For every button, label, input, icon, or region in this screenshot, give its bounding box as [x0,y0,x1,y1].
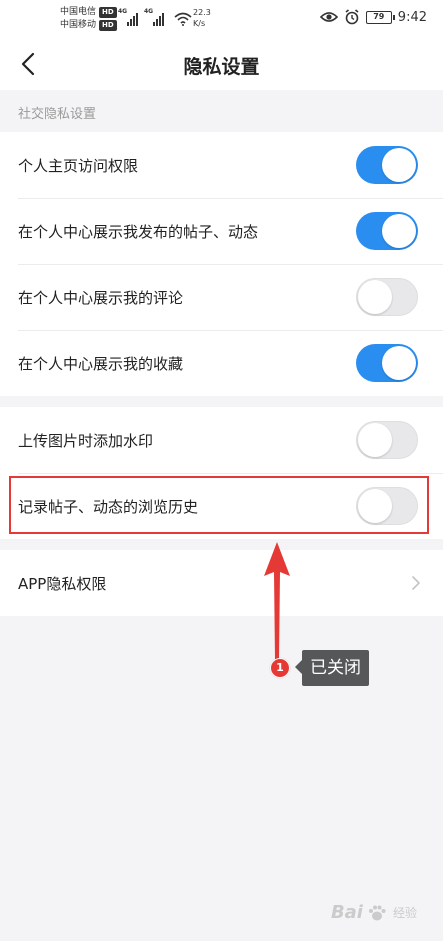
setting-row-show-favorites[interactable]: 在个人中心展示我的收藏 [0,330,443,396]
network-gen: 4G [144,8,154,15]
watermark-suffix: 经验 [392,906,417,920]
setting-row-profile-access[interactable]: 个人主页访问权限 [0,132,443,198]
app-privacy-label: APP隐私权限 [18,574,107,593]
setting-label: 在个人中心展示我发布的帖子、动态 [18,222,259,241]
toggle-switch-watermark[interactable] [356,421,418,459]
setting-label: 上传图片时添加水印 [18,431,154,450]
toggle-knob [382,346,416,380]
section-title-social: 社交隐私设置 [18,107,97,122]
net-speed: 22.3 K/s [193,7,211,29]
setting-row-show-posts[interactable]: 在个人中心展示我发布的帖子、动态 [0,198,443,264]
signal-group: 4G 4G [118,8,192,26]
annotation-callout: 1 已关闭 [270,650,369,686]
setting-row-show-comments[interactable]: 在个人中心展示我的评论 [0,264,443,330]
signal-icon: 4G [118,8,138,26]
highlight-box [9,476,429,534]
app-privacy-group: APP隐私权限 [0,550,443,616]
annotation-bubble: 已关闭 [295,650,369,686]
network-gen: 4G [118,8,128,15]
status-bar: 中国电信 HD 中国移动 HD 4G 4G 22.3 K/s 79 9:42 [0,0,443,38]
toggle-switch-show-comments[interactable] [356,278,418,316]
status-right: 79 9:42 [319,9,427,25]
signal-icon: 4G [144,8,164,26]
setting-label: 在个人中心展示我的收藏 [18,354,184,373]
page-title: 隐私设置 [183,56,260,78]
toggle-knob [382,148,416,182]
nav-header: 隐私设置 [0,38,443,90]
carrier-1: 中国电信 [60,7,97,17]
hd-badge: HD [99,7,117,18]
eye-icon [319,12,338,22]
arrow-up-icon [264,542,290,660]
annotation-text: 已关闭 [302,650,369,686]
toggle-knob [358,423,392,457]
chevron-right-icon [412,576,420,590]
setting-row-watermark[interactable]: 上传图片时添加水印 [0,407,443,473]
wifi-icon [174,12,192,26]
toggle-switch-show-favorites[interactable] [356,344,418,382]
watermark-text: Bai [330,902,363,923]
toggle-knob [358,280,392,314]
alarm-icon [345,9,359,25]
battery-icon: 79 [365,10,395,24]
clock: 9:42 [397,9,427,25]
carrier-info: 中国电信 HD 中国移动 HD [60,6,117,32]
setting-label: 个人主页访问权限 [18,156,139,175]
toggle-switch-show-posts[interactable] [356,212,418,250]
paw-icon [368,905,386,920]
net-speed-value: 22.3 [193,8,211,17]
baidu-watermark: Bai 经验 [331,902,417,923]
setting-label: 在个人中心展示我的评论 [18,288,184,307]
toggle-switch-profile-access[interactable] [356,146,418,184]
carrier-2: 中国移动 [60,20,97,30]
toggle-knob [382,214,416,248]
net-speed-unit: K/s [193,19,206,28]
annotation-number: 1 [270,658,290,678]
social-privacy-group: 个人主页访问权限 在个人中心展示我发布的帖子、动态 在个人中心展示我的评论 在个… [0,132,443,396]
hd-badge: HD [99,20,117,31]
app-privacy-row[interactable]: APP隐私权限 [0,550,443,616]
